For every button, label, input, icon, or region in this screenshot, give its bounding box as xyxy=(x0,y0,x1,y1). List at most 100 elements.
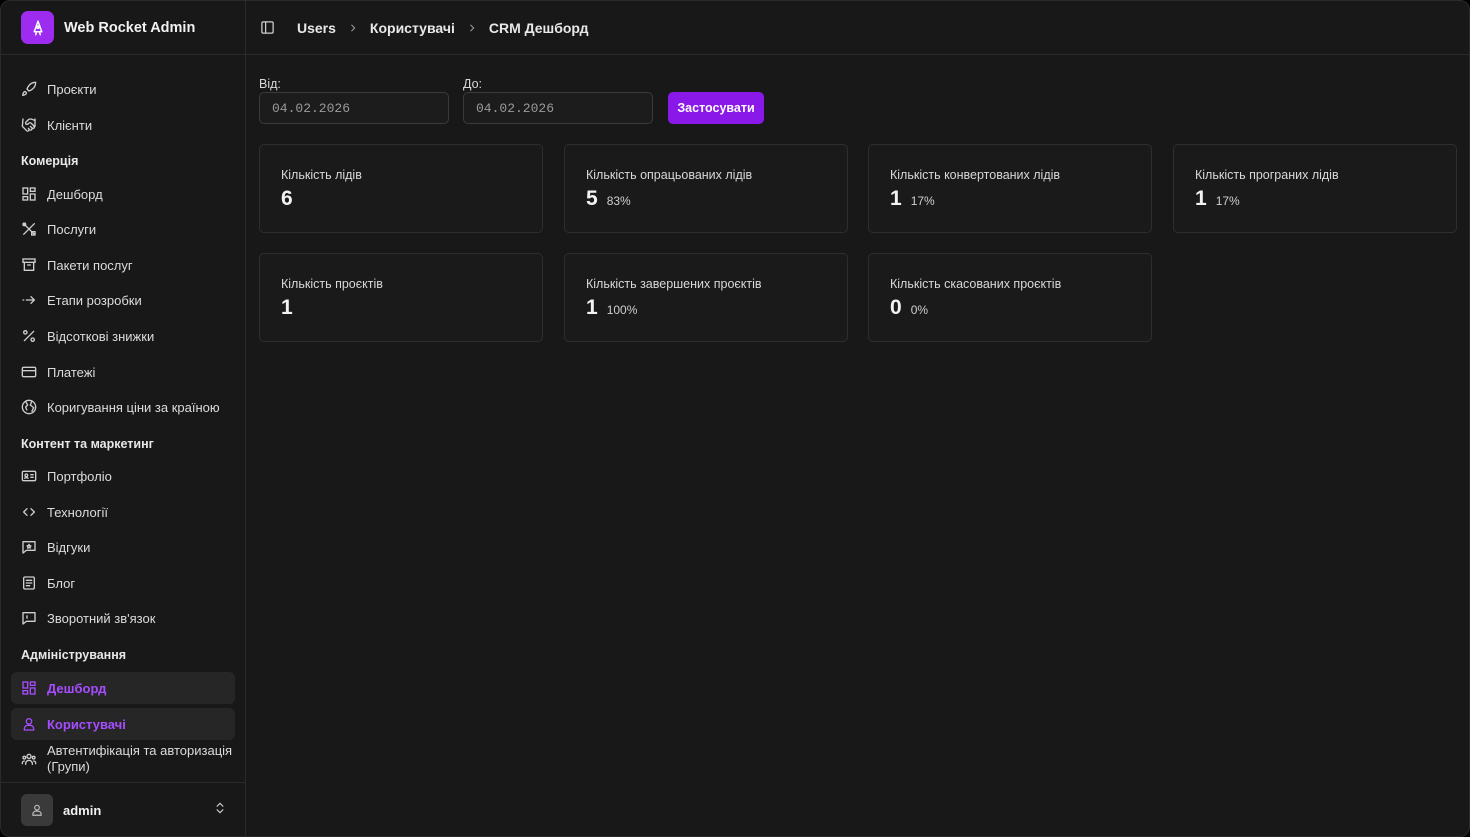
sidebar-item-discounts[interactable]: Відсоткові знижки xyxy=(11,320,235,352)
sidebar-item-portfolio[interactable]: Портфоліо xyxy=(11,460,235,492)
stat-percent: 17% xyxy=(910,194,935,208)
stat-title: Кількість проєктів xyxy=(281,277,383,291)
sidebar-item-services[interactable]: Послуги xyxy=(11,213,235,245)
percent-icon xyxy=(21,328,37,344)
user-name: admin xyxy=(63,802,102,818)
brand[interactable]: Web Rocket Admin xyxy=(21,11,195,44)
stat-value: 0 xyxy=(890,296,902,319)
stat-value: 1 xyxy=(890,187,902,210)
sidebar-item-label: Коригування ціни за країною xyxy=(47,399,220,415)
chevrons-up-down-icon[interactable] xyxy=(213,801,227,820)
sidebar-item-label: Зворотний зв'язок xyxy=(47,610,156,626)
brand-name: Web Rocket Admin xyxy=(64,19,196,36)
stat-title: Кількість опрацьованих лідів xyxy=(586,168,753,182)
group-icon xyxy=(21,751,37,767)
stat-title: Кількість лідів xyxy=(281,168,362,182)
sidebar-item-label: Клієнти xyxy=(47,117,93,133)
section-label-commerce: Комерція xyxy=(21,154,79,168)
from-date-label: Від: xyxy=(259,77,281,91)
stat-card-cancelled-projects: Кількість скасованих проєктів 0 0% xyxy=(868,253,1152,342)
sidebar-item-label: Користувачі xyxy=(47,716,126,732)
sidebar-item-label: Відгуки xyxy=(47,539,91,555)
stat-card-processed-leads: Кількість опрацьованих лідів 5 83% xyxy=(564,144,848,233)
breadcrumb-current: CRM Дешборд xyxy=(488,19,589,36)
sidebar-item-projects[interactable]: Проєкти xyxy=(11,73,235,105)
stat-title: Кількість конвертованих лідів xyxy=(890,168,1061,182)
stat-card-leads: Кількість лідів 6 xyxy=(259,144,543,233)
dashboard-icon xyxy=(21,680,37,696)
avatar xyxy=(21,794,53,826)
sidebar-item-label: Автентифікація та авторизація (Групи) xyxy=(47,743,233,774)
sidebar-item-label: Портфоліо xyxy=(47,468,112,484)
main-content: Від: 04.02.2026 До: 04.02.2026 Застосува… xyxy=(246,56,1469,836)
sidebar-item-users[interactable]: Користувачі xyxy=(11,708,235,740)
stat-title: Кількість програних лідів xyxy=(1195,168,1339,182)
sidebar-item-technologies[interactable]: Технології xyxy=(11,496,235,528)
stat-card-converted-leads: Кількість конвертованих лідів 1 17% xyxy=(868,144,1152,233)
user-icon xyxy=(32,804,42,816)
globe-icon xyxy=(21,399,37,415)
stat-value: 1 xyxy=(586,296,598,319)
sidebar-item-label: Дешборд xyxy=(47,680,107,696)
tools-icon xyxy=(21,221,37,237)
section-label-content-marketing: Контент та маркетинг xyxy=(21,437,154,451)
sidebar-item-payments[interactable]: Платежі xyxy=(11,356,235,388)
sidebar-item-auth-groups[interactable]: Автентифікація та авторизація (Групи) xyxy=(11,739,235,779)
stat-value: 5 xyxy=(586,187,598,210)
sidebar-item-label: Проєкти xyxy=(47,81,97,97)
sidebar-item-reviews[interactable]: Відгуки xyxy=(11,531,235,563)
sidebar-item-label: Послуги xyxy=(47,221,97,237)
sidebar-item-dev-stages[interactable]: Етапи розробки xyxy=(11,284,235,316)
dashboard-icon xyxy=(21,186,37,202)
message-icon xyxy=(21,610,37,626)
sidebar-item-label: Етапи розробки xyxy=(47,292,142,308)
stat-card-projects: Кількість проєктів 1 xyxy=(259,253,543,342)
sidebar-item-service-packages[interactable]: Пакети послуг xyxy=(11,249,235,281)
stat-percent: 83% xyxy=(606,194,631,208)
sidebar-item-admin-dashboard[interactable]: Дешборд xyxy=(11,672,235,704)
sidebar-item-label: Дешборд xyxy=(47,186,103,202)
rocket-icon xyxy=(21,81,37,97)
chevron-right-icon xyxy=(467,23,477,33)
breadcrumb-item[interactable]: Користувачі xyxy=(370,20,455,36)
app-window: Web Rocket Admin Проєкти Клієнти Комерці… xyxy=(0,0,1470,837)
sidebar-item-label: Платежі xyxy=(47,364,96,380)
top-header: Users Користувачі CRM Дешборд xyxy=(246,1,1469,55)
section-label-administration: Адміністрування xyxy=(21,648,127,662)
user-icon xyxy=(21,716,37,732)
breadcrumb: Users Користувачі CRM Дешборд xyxy=(297,20,589,36)
to-date-input[interactable]: 04.02.2026 xyxy=(463,92,653,124)
stat-card-lost-leads: Кількість програних лідів 1 17% xyxy=(1173,144,1457,233)
user-menu[interactable]: admin xyxy=(21,794,227,826)
handshake-icon xyxy=(21,117,37,133)
sidebar-toggle-icon[interactable] xyxy=(260,20,275,35)
sidebar-item-price-by-country[interactable]: Коригування ціни за країною xyxy=(11,391,235,423)
sidebar-item-label: Пакети послуг xyxy=(47,257,133,273)
sidebar-item-commerce-dashboard[interactable]: Дешборд xyxy=(11,178,235,210)
stat-percent: 17% xyxy=(1215,194,1240,208)
stat-title: Кількість скасованих проєктів xyxy=(890,277,1062,291)
breadcrumb-item[interactable]: Users xyxy=(297,20,336,36)
sidebar-item-label: Блог xyxy=(47,575,76,591)
stat-value: 1 xyxy=(281,296,293,319)
credit-card-icon xyxy=(21,364,37,380)
to-date-label: До: xyxy=(463,77,483,91)
sidebar-item-label: Відсоткові знижки xyxy=(47,328,155,344)
portfolio-icon xyxy=(21,468,37,484)
stat-value: 1 xyxy=(1195,187,1207,210)
code-icon xyxy=(21,504,37,520)
sidebar-divider xyxy=(1,54,246,55)
chevron-right-icon xyxy=(348,23,358,33)
sidebar-item-clients[interactable]: Клієнти xyxy=(11,109,235,141)
sidebar-item-feedback[interactable]: Зворотний зв'язок xyxy=(11,602,235,634)
archive-icon xyxy=(21,257,37,273)
rocket-icon xyxy=(21,11,54,44)
sidebar-item-blog[interactable]: Блог xyxy=(11,567,235,599)
arrow-right-icon xyxy=(21,292,37,308)
stat-card-completed-projects: Кількість завершених проєктів 1 100% xyxy=(564,253,848,342)
stat-percent: 100% xyxy=(606,303,638,317)
sidebar: Web Rocket Admin Проєкти Клієнти Комерці… xyxy=(1,1,246,836)
from-date-input[interactable]: 04.02.2026 xyxy=(259,92,449,124)
apply-button[interactable]: Застосувати xyxy=(668,92,764,124)
review-icon xyxy=(21,539,37,555)
